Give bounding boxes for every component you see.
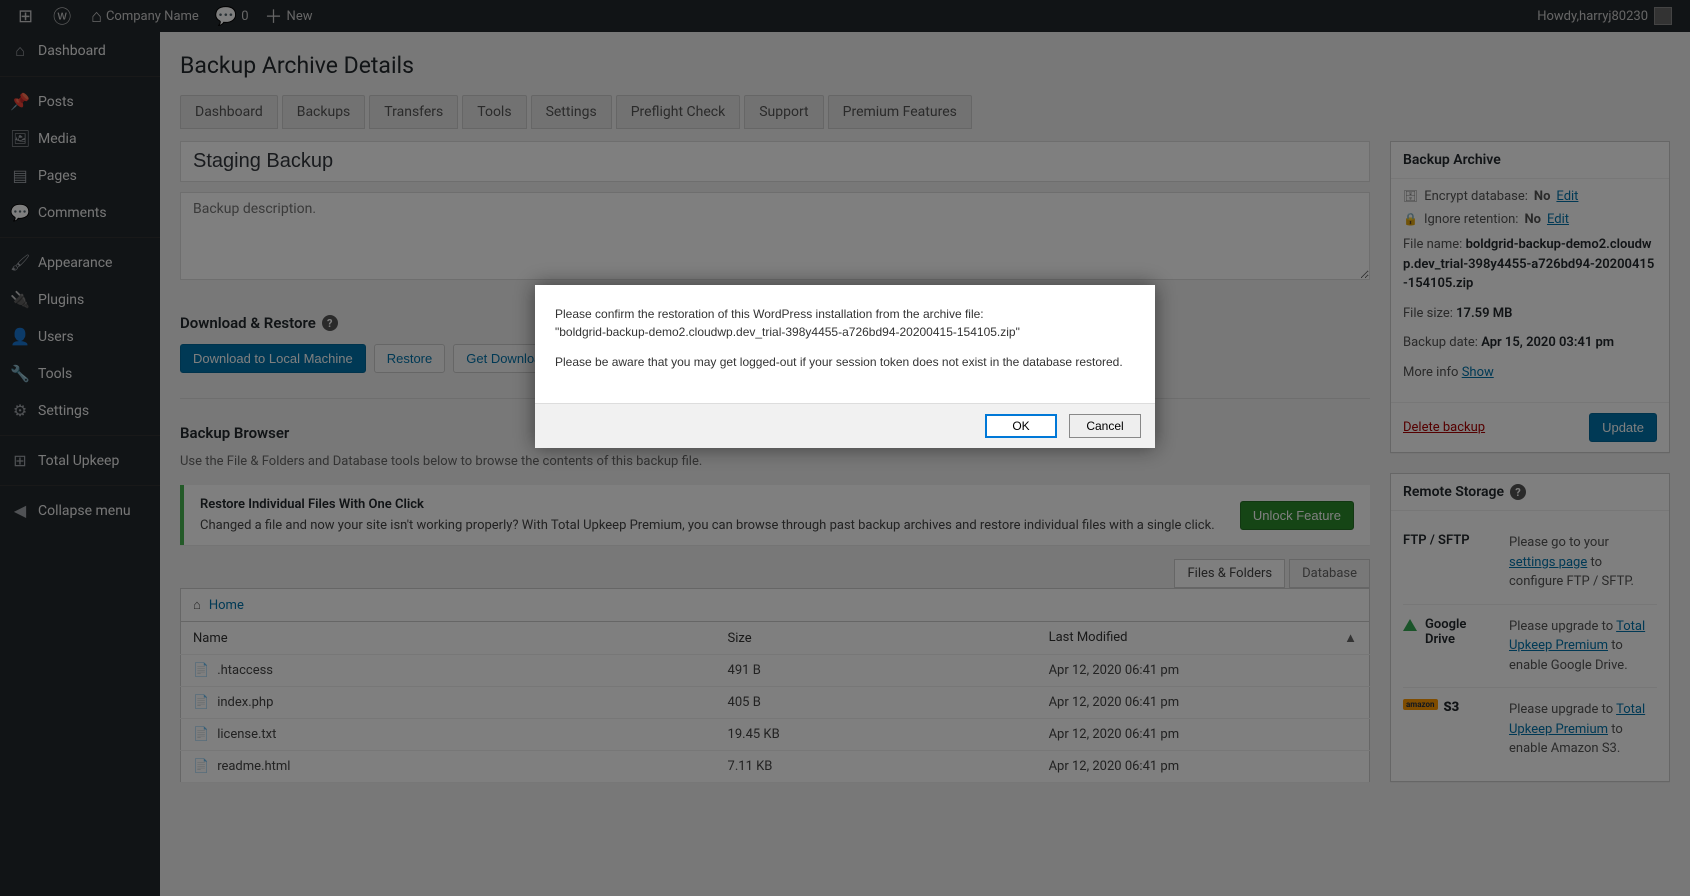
confirm-restore-dialog: Please confirm the restoration of this W… [535,285,1155,448]
dialog-message-1: Please confirm the restoration of this W… [555,305,1135,341]
ok-button[interactable]: OK [985,414,1057,438]
dialog-message-2: Please be aware that you may get logged-… [555,353,1135,371]
cancel-button[interactable]: Cancel [1069,414,1141,438]
modal-overlay[interactable] [0,0,1690,896]
